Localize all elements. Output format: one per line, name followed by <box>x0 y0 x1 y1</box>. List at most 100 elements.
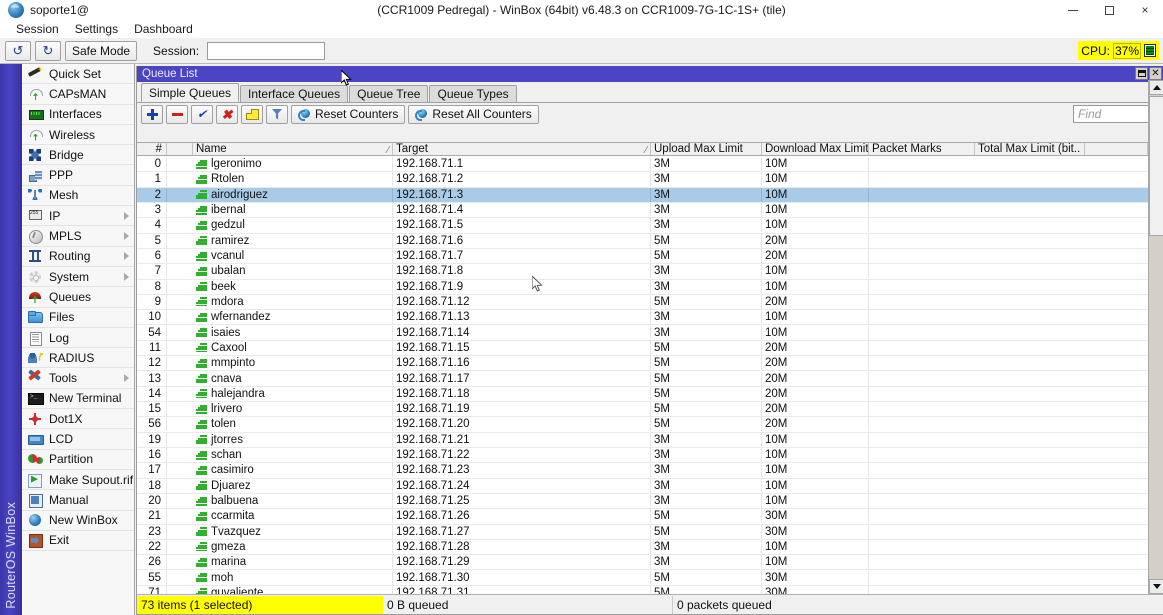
table-row[interactable]: 19jtorres192.168.71.213M10M <box>137 433 1148 448</box>
table-row[interactable]: 13cnava192.168.71.175M20M <box>137 371 1148 386</box>
table-row[interactable]: 55moh192.168.71.305M30M <box>137 570 1148 585</box>
table-row[interactable]: 8beek192.168.71.93M10M <box>137 280 1148 295</box>
table-row[interactable]: 18Djuarez192.168.71.243M10M <box>137 479 1148 494</box>
table-row[interactable]: 9mdora192.168.71.125M20M <box>137 295 1148 310</box>
table-row[interactable]: 16schan192.168.71.223M10M <box>137 448 1148 463</box>
table-row[interactable]: 23Tvazquez192.168.71.275M30M <box>137 525 1148 540</box>
undo-button[interactable]: ↺ <box>5 41 31 61</box>
sidebar-item-ppp[interactable]: PPP <box>22 165 134 185</box>
sidebar-item-make-supout-rif[interactable]: Make Supout.rif <box>22 470 134 490</box>
sidebar-item-mesh[interactable]: Mesh <box>22 186 134 206</box>
column-header-target[interactable]: Target⁄ <box>393 143 651 155</box>
table-row[interactable]: 54isaies192.168.71.143M10M <box>137 325 1148 340</box>
scroll-up-button[interactable] <box>1149 80 1163 95</box>
table-row[interactable]: 1Rtolen192.168.71.23M10M <box>137 172 1148 187</box>
cell-name: isaies <box>193 326 393 340</box>
find-input[interactable]: Find <box>1073 105 1159 123</box>
sidebar-item-radius[interactable]: RADIUS <box>22 348 134 368</box>
scrollbar-thumb[interactable] <box>1149 96 1163 236</box>
column-header-download-max-limit[interactable]: Download Max Limit <box>762 143 869 155</box>
filter-button[interactable] <box>266 105 288 124</box>
sidebar-item-tools[interactable]: Tools <box>22 368 134 388</box>
menu-session[interactable]: Session <box>8 21 67 37</box>
sidebar-item-files[interactable]: Files <box>22 308 134 328</box>
safe-mode-button[interactable]: Safe Mode <box>65 41 137 61</box>
cell-index: 26 <box>137 555 167 569</box>
table-row[interactable]: 11Caxool192.168.71.155M20M <box>137 341 1148 356</box>
add-queue-button[interactable] <box>141 105 163 124</box>
table-row[interactable]: 22gmeza192.168.71.283M10M <box>137 540 1148 555</box>
table-row[interactable]: 14halejandra192.168.71.185M20M <box>137 387 1148 402</box>
table-row[interactable]: 20balbuena192.168.71.253M10M <box>137 494 1148 509</box>
tab-interface-queues[interactable]: Interface Queues <box>240 85 348 102</box>
column-header-flag[interactable] <box>167 143 193 155</box>
column-header-upload-max-limit[interactable]: Upload Max Limit <box>651 143 762 155</box>
session-input[interactable] <box>207 42 325 60</box>
table-row[interactable]: 17casimiro192.168.71.233M10M <box>137 463 1148 478</box>
restore-button[interactable] <box>1091 0 1127 20</box>
tab-simple-queues[interactable]: Simple Queues <box>141 83 239 102</box>
table-row[interactable]: 12mmpinto192.168.71.165M20M <box>137 356 1148 371</box>
table-row[interactable]: 21ccarmita192.168.71.265M30M <box>137 509 1148 524</box>
session-label: Session: <box>153 44 199 58</box>
queue-window-titlebar[interactable]: Queue List ✕ <box>137 66 1163 82</box>
cpu-value: 37% <box>1113 43 1141 59</box>
redo-button[interactable]: ↻ <box>35 41 61 61</box>
cell-target-text: 192.168.71.15 <box>396 341 470 355</box>
close-button[interactable]: × <box>1127 0 1163 20</box>
column-header-index[interactable]: # <box>137 143 167 155</box>
sidebar-item-bridge[interactable]: Bridge <box>22 145 134 165</box>
sidebar-item-manual[interactable]: Manual <box>22 490 134 510</box>
reset-all-counters-button[interactable]: Reset All Counters <box>408 105 538 124</box>
table-row[interactable]: 6vcanul192.168.71.75M20M <box>137 249 1148 264</box>
menu-settings[interactable]: Settings <box>67 21 126 37</box>
sidebar-item-queues[interactable]: Queues <box>22 287 134 307</box>
table-row[interactable]: 3ibernal192.168.71.43M10M <box>137 203 1148 218</box>
sidebar-item-new-winbox[interactable]: New WinBox <box>22 511 134 531</box>
sidebar-item-exit[interactable]: Exit <box>22 531 134 551</box>
column-header-total-max-limit[interactable]: Total Max Limit (bit.. <box>975 143 1085 155</box>
queue-window-restore-button[interactable] <box>1135 67 1148 80</box>
sidebar-item-dot1x[interactable]: Dot1X <box>22 409 134 429</box>
column-header-packet-marks[interactable]: Packet Marks <box>869 143 975 155</box>
cell-name-text: moh <box>211 571 233 585</box>
sidebar-item-new-terminal[interactable]: New Terminal <box>22 389 134 409</box>
sidebar-item-interfaces[interactable]: Interfaces <box>22 105 134 125</box>
sidebar-item-lcd[interactable]: LCD <box>22 429 134 449</box>
table-row[interactable]: 4gedzul192.168.71.53M10M <box>137 218 1148 233</box>
table-row[interactable]: 7ubalan192.168.71.83M10M <box>137 264 1148 279</box>
table-row[interactable]: 10wfernandez192.168.71.133M10M <box>137 310 1148 325</box>
sidebar-item-system[interactable]: System <box>22 267 134 287</box>
menu-dashboard[interactable]: Dashboard <box>126 21 201 37</box>
scroll-down-button[interactable] <box>1149 579 1163 594</box>
minimize-button[interactable] <box>1055 0 1091 20</box>
column-header-name[interactable]: Name⁄ <box>193 143 393 155</box>
reset-counters-button[interactable]: Reset Counters <box>291 105 405 124</box>
sidebar-item-capsman[interactable]: CAPsMAN <box>22 84 134 104</box>
tab-queue-tree[interactable]: Queue Tree <box>349 85 428 102</box>
remove-queue-button[interactable] <box>166 105 188 124</box>
sidebar-item-quick-set[interactable]: Quick Set <box>22 64 134 84</box>
enable-queue-button[interactable]: ✔ <box>191 105 213 124</box>
sidebar-item-wireless[interactable]: Wireless <box>22 125 134 145</box>
table-row[interactable]: 26marina192.168.71.293M10M <box>137 555 1148 570</box>
table-row[interactable]: 5ramirez192.168.71.65M20M <box>137 234 1148 249</box>
table-row[interactable]: 0lgeronimo192.168.71.13M10M <box>137 157 1148 172</box>
sidebar-item-ip[interactable]: IP <box>22 206 134 226</box>
queue-table-scrollbar[interactable] <box>1148 80 1163 594</box>
comment-button[interactable] <box>241 105 263 124</box>
sidebar-item-partition[interactable]: Partition <box>22 450 134 470</box>
disable-queue-button[interactable]: ✖ <box>216 105 238 124</box>
table-row[interactable]: 2airodriguez192.168.71.33M10M <box>137 188 1148 203</box>
ip-icon <box>28 209 43 223</box>
table-row[interactable]: 15lrivero192.168.71.195M20M <box>137 402 1148 417</box>
table-row[interactable]: 71guvaliente192.168.71.315M30M <box>137 586 1148 594</box>
table-row[interactable]: 56tolen192.168.71.205M20M <box>137 417 1148 432</box>
sidebar-item-log[interactable]: Log <box>22 328 134 348</box>
tab-queue-types[interactable]: Queue Types <box>429 85 516 102</box>
sidebar-item-routing[interactable]: Routing <box>22 247 134 267</box>
sidebar-item-mpls[interactable]: MPLS <box>22 226 134 246</box>
cell-download-max-limit: 10M <box>762 172 869 186</box>
queue-window-close-button[interactable]: ✕ <box>1149 67 1162 80</box>
column-header-spare[interactable] <box>1085 143 1148 155</box>
